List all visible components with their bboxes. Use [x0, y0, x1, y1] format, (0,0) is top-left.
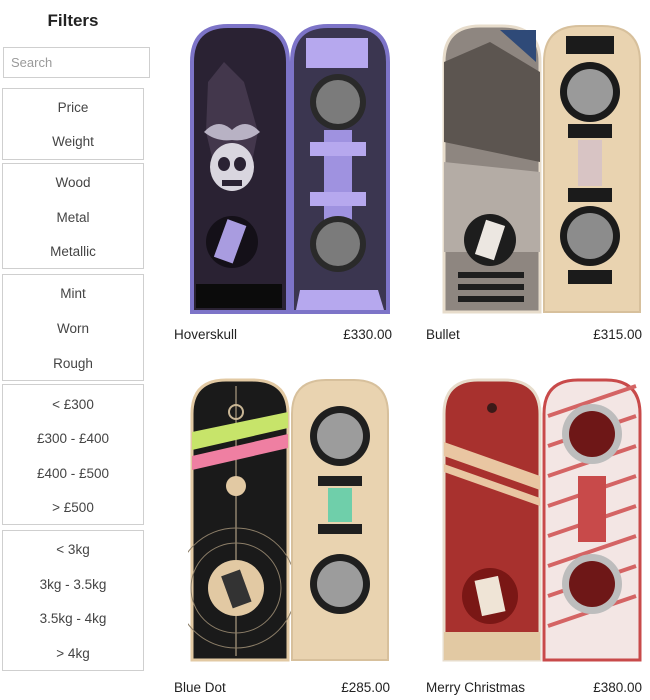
product-name[interactable]: Hoverskull [174, 327, 237, 342]
filter-option-worn[interactable]: Worn [3, 319, 143, 339]
filter-option-3-3.5kg[interactable]: 3kg - 3.5kg [3, 575, 143, 595]
product-card-merry-christmas[interactable]: Merry Christmas £380.00 [424, 376, 644, 700]
filter-option-over-500[interactable]: > £500 [3, 498, 143, 518]
filter-option-rough[interactable]: Rough [3, 354, 143, 374]
filter-option-wood[interactable]: Wood [3, 173, 143, 193]
filter-option-metal[interactable]: Metal [3, 208, 143, 228]
filters-title: Filters [47, 11, 99, 30]
filter-option-under-3kg[interactable]: < 3kg [3, 540, 143, 560]
product-name[interactable]: Merry Christmas [426, 680, 525, 695]
product-name[interactable]: Bullet [426, 327, 460, 342]
filter-option-400-500[interactable]: £400 - £500 [3, 464, 143, 484]
filter-group-sort: Price Weight [2, 88, 144, 160]
product-image-bullet[interactable] [440, 22, 644, 318]
product-image-blue-dot[interactable] [188, 376, 392, 662]
filter-option-over-4kg[interactable]: > 4kg [3, 644, 143, 664]
filter-option-3.5-4kg[interactable]: 3.5kg - 4kg [3, 609, 143, 629]
product-card-bullet[interactable]: Bullet £315.00 [424, 22, 644, 352]
product-image-hoverskull[interactable] [188, 22, 392, 318]
filter-option-under-300[interactable]: < £300 [3, 395, 143, 415]
product-price: £315.00 [593, 327, 642, 342]
product-price: £330.00 [343, 327, 392, 342]
product-image-merry-christmas[interactable] [440, 376, 644, 662]
filter-group-condition: Mint Worn Rough [2, 274, 144, 381]
filter-option-300-400[interactable]: £300 - £400 [3, 429, 143, 449]
product-price: £285.00 [341, 680, 390, 695]
filter-option-weight[interactable]: Weight [3, 132, 143, 152]
product-card-hoverskull[interactable]: Hoverskull £330.00 [172, 22, 392, 352]
product-card-blue-dot[interactable]: Blue Dot £285.00 [172, 376, 392, 700]
search-input[interactable] [3, 47, 150, 78]
product-name[interactable]: Blue Dot [174, 680, 226, 695]
filter-group-price-range: < £300 £300 - £400 £400 - £500 > £500 [2, 384, 144, 525]
filter-option-price[interactable]: Price [3, 98, 143, 118]
filter-group-material: Wood Metal Metallic [2, 163, 144, 269]
filter-group-weight-range: < 3kg 3kg - 3.5kg 3.5kg - 4kg > 4kg [2, 530, 144, 671]
product-price: £380.00 [593, 680, 642, 695]
filter-option-metallic[interactable]: Metallic [3, 242, 143, 262]
filter-option-mint[interactable]: Mint [3, 284, 143, 304]
